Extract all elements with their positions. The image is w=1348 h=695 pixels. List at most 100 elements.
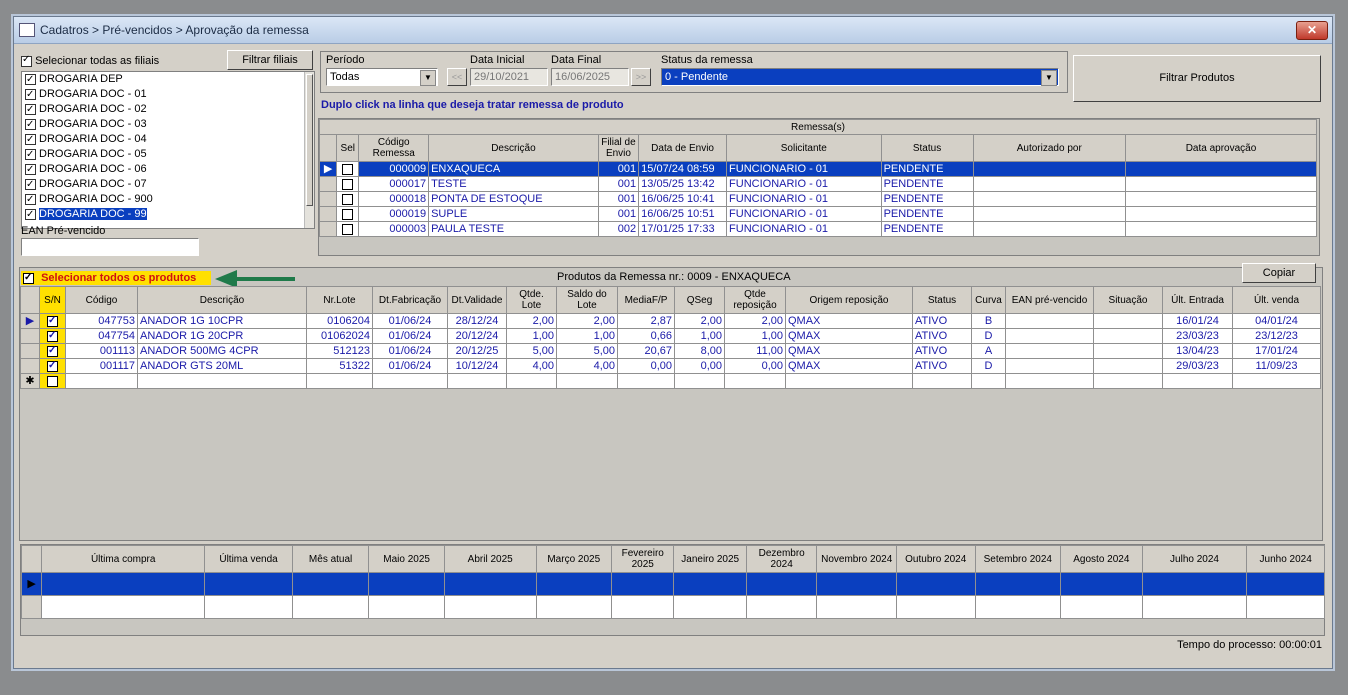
branch-scroll-thumb[interactable]: [306, 74, 313, 206]
produtos-column-header[interactable]: Dt.Validade: [447, 286, 507, 314]
sn-cell[interactable]: [39, 373, 66, 389]
produtos-column-header[interactable]: Status: [912, 286, 972, 314]
sn-cell[interactable]: [39, 343, 66, 359]
historico-column-header[interactable]: Novembro 2024: [816, 545, 897, 573]
historico-column-header[interactable]: Setembro 2024: [974, 545, 1062, 573]
produtos-column-header[interactable]: Saldo do Lote: [556, 286, 618, 314]
produtos-column-header[interactable]: Últ. Entrada: [1162, 286, 1233, 314]
branch-item[interactable]: DROGARIA DOC - 04: [22, 132, 314, 147]
filter-branches-button[interactable]: Filtrar filiais: [227, 50, 313, 70]
historico-row[interactable]: ▶: [20, 572, 1325, 596]
sel-cell[interactable]: [336, 221, 360, 237]
sel-cell[interactable]: [336, 176, 360, 192]
produtos-column-header[interactable]: S/N: [39, 286, 66, 314]
remessas-column-header[interactable]: Status: [880, 134, 974, 162]
sel-checkbox[interactable]: [342, 178, 354, 190]
produtos-column-header[interactable]: Nr.Lote: [306, 286, 373, 314]
remessa-row[interactable]: 000019 SUPLE 001 16/06/25 10:51 FUNCIONARIO …: [318, 206, 1317, 222]
sn-cell[interactable]: [39, 313, 66, 329]
select-all-products-checkbox[interactable]: [23, 271, 34, 285]
remessas-column-header[interactable]: Código Remessa: [358, 134, 430, 162]
branch-item[interactable]: DROGARIA DOC - 02: [22, 102, 314, 117]
produto-row[interactable]: ▶ 047753ANADOR 1G 10CPR010620401/06/2428/…: [20, 313, 1321, 329]
branch-checkbox[interactable]: [25, 162, 36, 177]
sel-cell[interactable]: [336, 206, 360, 222]
next-date-button[interactable]: >>: [631, 68, 651, 86]
historico-column-header[interactable]: Junho 2024: [1246, 545, 1325, 573]
branch-list[interactable]: DROGARIA DEP DROGARIA DOC - 01 DROGARIA DO…: [21, 71, 315, 229]
remessas-column-header[interactable]: Solicitante: [726, 134, 882, 162]
sn-checkbox[interactable]: [47, 315, 58, 328]
historico-column-header[interactable]: Janeiro 2025: [673, 545, 747, 573]
sn-cell[interactable]: [39, 328, 66, 344]
branch-checkbox[interactable]: [25, 72, 36, 87]
remessas-column-header[interactable]: Data aprovação: [1125, 134, 1317, 162]
remessas-column-header[interactable]: Filial de Envio: [597, 134, 640, 162]
historico-column-header[interactable]: Última compra: [41, 545, 206, 573]
select-all-products[interactable]: Selecionar todos os produtos: [21, 271, 211, 285]
data-inicial-input[interactable]: 29/10/2021: [470, 68, 548, 86]
data-final-input[interactable]: 16/06/2025: [551, 68, 629, 86]
historico-column-header[interactable]: Agosto 2024: [1060, 545, 1143, 573]
branch-item[interactable]: DROGARIA DOC - 03: [22, 117, 314, 132]
sel-checkbox[interactable]: [342, 208, 354, 220]
produtos-column-header[interactable]: Qtde reposição: [724, 286, 786, 314]
produto-row[interactable]: 047754ANADOR 1G 20CPR0106202401/06/2420/…: [20, 328, 1321, 344]
branch-checkbox[interactable]: [25, 192, 36, 207]
branch-item[interactable]: DROGARIA DOC - 05: [22, 147, 314, 162]
produtos-column-header[interactable]: Código: [65, 286, 138, 314]
remessa-row[interactable]: ▶ 000009 ENXAQUECA 001 15/07/24 08:59 FUNCION…: [318, 161, 1317, 177]
sel-checkbox[interactable]: [342, 193, 354, 205]
historico-column-header[interactable]: Março 2025: [535, 545, 613, 573]
historico-column-header[interactable]: Última venda: [204, 545, 293, 573]
historico-column-header[interactable]: Maio 2025: [368, 545, 445, 573]
branch-item[interactable]: DROGARIA DOC - 07: [22, 177, 314, 192]
remessa-row[interactable]: 000003 PAULA TESTE 002 17/01/25 17:33 FUNCIO…: [318, 221, 1317, 237]
historico-column-header[interactable]: Outubro 2024: [895, 545, 976, 573]
remessas-column-header[interactable]: Autorizado por: [972, 134, 1127, 162]
produtos-column-header[interactable]: Situação: [1093, 286, 1163, 314]
ean-input[interactable]: [21, 238, 199, 256]
select-all-branches[interactable]: Selecionar todas as filiais: [21, 54, 159, 67]
branch-checkbox[interactable]: [25, 132, 36, 147]
prev-date-button[interactable]: <<: [447, 68, 467, 86]
sn-checkbox[interactable]: [47, 360, 58, 373]
sn-checkbox[interactable]: [47, 345, 58, 358]
remessa-row[interactable]: 000018 PONTA DE ESTOQUE 001 16/06/25 10:41 F…: [318, 191, 1317, 207]
chevron-down-icon[interactable]: ▼: [420, 70, 436, 86]
historico-row[interactable]: [20, 595, 1325, 619]
branch-item[interactable]: DROGARIA DOC - 01: [22, 87, 314, 102]
branch-checkbox[interactable]: [25, 117, 36, 132]
branch-item[interactable]: DROGARIA DEP: [22, 72, 314, 87]
branch-item[interactable]: DROGARIA DOC - 06: [22, 162, 314, 177]
sn-checkbox[interactable]: [47, 375, 58, 387]
sel-cell[interactable]: [336, 191, 360, 207]
historico-column-header[interactable]: Mês atual: [291, 545, 370, 573]
remessa-row[interactable]: 000017 TESTE 001 13/05/25 13:42 FUNCIONARIO …: [318, 176, 1317, 192]
produtos-column-header[interactable]: QSeg: [674, 286, 725, 314]
produto-new-row[interactable]: ✱: [20, 373, 1321, 389]
remessas-column-header[interactable]: Data de Envio: [638, 134, 728, 162]
produtos-column-header[interactable]: EAN pré-vencido: [1005, 286, 1094, 314]
sn-checkbox[interactable]: [47, 330, 58, 343]
produtos-column-header[interactable]: Qtde. Lote: [506, 286, 557, 314]
sn-cell[interactable]: [39, 358, 66, 374]
branch-checkbox[interactable]: [25, 147, 36, 162]
remessas-column-header[interactable]: Sel: [336, 134, 360, 162]
branch-checkbox[interactable]: [25, 87, 36, 102]
branch-checkbox[interactable]: [25, 177, 36, 192]
branch-item[interactable]: DROGARIA DOC - 99: [22, 207, 314, 222]
filtrar-produtos-button[interactable]: Filtrar Produtos: [1073, 55, 1321, 102]
status-remessa-select[interactable]: 0 - Pendente ▼: [661, 68, 1059, 86]
produtos-column-header[interactable]: MediaF/P: [617, 286, 675, 314]
sel-checkbox[interactable]: [342, 163, 354, 175]
produtos-column-header[interactable]: Curva: [971, 286, 1006, 314]
branch-checkbox[interactable]: [25, 102, 36, 117]
select-all-branches-checkbox[interactable]: [21, 54, 32, 67]
produtos-column-header[interactable]: Origem reposição: [785, 286, 913, 314]
produto-row[interactable]: 001117ANADOR GTS 20ML5132201/06/2410/12/…: [20, 358, 1321, 374]
copy-button[interactable]: Copiar: [1242, 263, 1316, 283]
remessas-column-header[interactable]: Descrição: [428, 134, 599, 162]
produtos-column-header[interactable]: Descrição: [137, 286, 307, 314]
chevron-down-icon[interactable]: ▼: [1041, 70, 1057, 86]
